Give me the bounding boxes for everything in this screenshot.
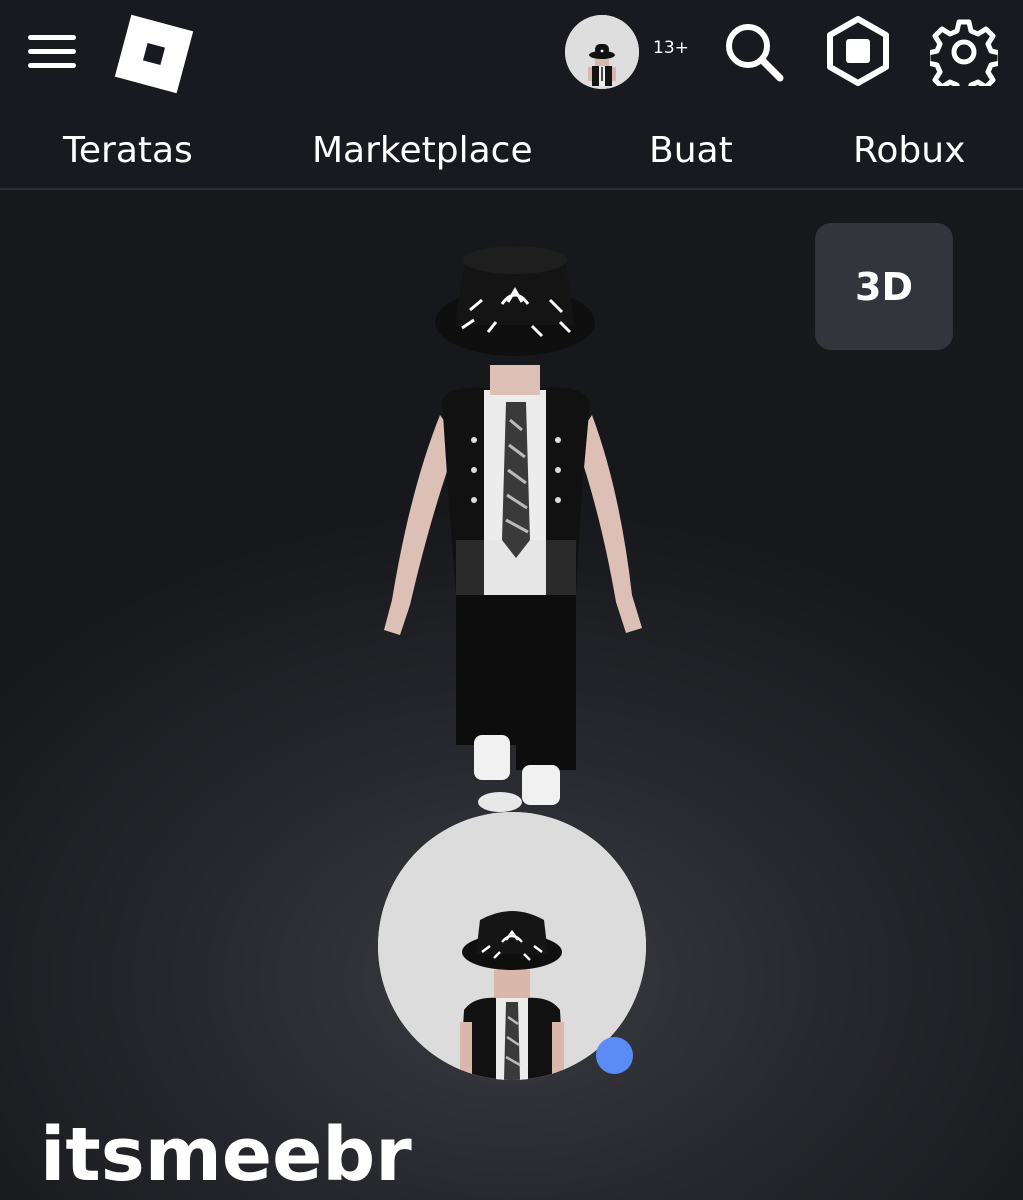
avatar-thumbnail	[565, 15, 639, 89]
gear-icon[interactable]	[930, 18, 998, 86]
robux-icon[interactable]	[824, 15, 892, 87]
online-status-indicator	[596, 1037, 633, 1074]
toggle-3d-button[interactable]: 3D	[815, 223, 953, 350]
tab-marketplace[interactable]: Marketplace	[312, 130, 533, 171]
user-avatar-button[interactable]	[565, 15, 639, 89]
profile-username: itsmeebr	[40, 1112, 412, 1198]
tab-robux[interactable]: Robux	[853, 130, 965, 171]
avatar-3d-figure	[384, 246, 642, 812]
tab-teratas[interactable]: Teratas	[63, 130, 193, 171]
top-navigation-bar: 13+ Teratas Marketplace Buat Robux	[0, 0, 1023, 190]
hamburger-menu-icon[interactable]	[28, 35, 78, 69]
tab-buat[interactable]: Buat	[649, 130, 733, 171]
roblox-logo-icon[interactable]	[114, 14, 194, 94]
search-icon[interactable]	[722, 20, 786, 84]
age-rating-badge: 13+	[653, 38, 689, 58]
